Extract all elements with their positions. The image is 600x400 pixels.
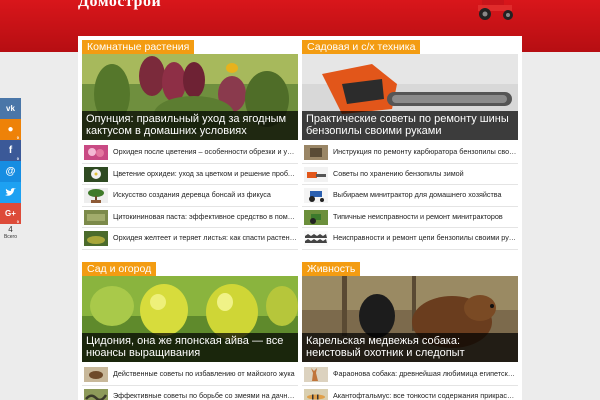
main-content: Комнатные растения Опунция: правильный у… [78, 36, 522, 400]
featured-article-title[interactable]: Опунция: правильный уход за ягодным какт… [82, 111, 298, 140]
list-item-title[interactable]: Орхидея желтеет и теряет листья: как спа… [113, 233, 297, 242]
featured-article[interactable]: Карельская медвежья собака: неистовый ох… [302, 276, 518, 362]
tractor-repair-thumbnail [304, 209, 328, 225]
list-item-title[interactable]: Выбираем минитрактор для домашнего хозяй… [333, 190, 517, 199]
featured-article[interactable]: Опунция: правильный уход за ягодным какт… [82, 54, 298, 140]
list-item-title[interactable]: Советы по хранению бензопилы зимой [333, 169, 517, 178]
article-list: Инструкция по ремонту карбюратора бензоп… [302, 142, 518, 250]
share-total-count: 4 [8, 225, 13, 234]
category-label[interactable]: Комнатные растения [82, 40, 195, 54]
category-label[interactable]: Садовая и с/х техника [302, 40, 421, 54]
list-item-title[interactable]: Типичные неисправности и ремонт минитрак… [333, 212, 517, 221]
list-item-title[interactable]: Действенные советы по избавлению от майс… [113, 369, 297, 378]
vk-share-button[interactable]: vk [0, 98, 21, 119]
list-item-title[interactable]: Эффективные советы по борьбе со змеями н… [113, 391, 297, 400]
list-item-title[interactable]: Цитокининовая паста: эффективное средств… [113, 212, 297, 221]
list-item-title[interactable]: Неисправности и ремонт цепи бензопилы св… [333, 233, 517, 242]
list-item[interactable]: Типичные неисправности и ремонт минитрак… [302, 207, 518, 228]
list-item-title[interactable]: Цветение орхидеи: уход за цветком и реше… [113, 169, 297, 178]
mini-tractor-thumbnail [304, 188, 328, 203]
cytokinin-paste-thumbnail [84, 209, 108, 225]
yellow-orchid-thumbnail [84, 231, 108, 246]
featured-article[interactable]: Цидония, она же японская айва — все нюан… [82, 276, 298, 362]
list-item-title[interactable]: Инструкция по ремонту карбюратора бензоп… [333, 147, 517, 156]
vk-icon: vk [6, 104, 15, 113]
list-item-title[interactable]: Фараонова собака: древнейшая любимица ег… [333, 369, 517, 378]
list-item[interactable]: Инструкция по ремонту карбюратора бензоп… [302, 142, 518, 164]
share-total-label: Всего [3, 234, 18, 240]
list-item[interactable]: Цитокининовая паста: эффективное средств… [82, 207, 298, 228]
snake-thumbnail [84, 388, 108, 400]
article-list: Действенные советы по избавлению от майс… [82, 364, 298, 400]
mail-share-button[interactable]: @ [0, 161, 21, 182]
google-plus-share-button[interactable]: G+ 0 [0, 203, 21, 224]
featured-article-title[interactable]: Карельская медвежья собака: неистовый ох… [302, 333, 518, 362]
featured-article-title[interactable]: Практические советы по ремонту шины бенз… [302, 111, 518, 140]
list-item[interactable]: Цветение орхидеи: уход за цветком и реше… [82, 164, 298, 185]
list-item[interactable]: Советы по хранению бензопилы зимой [302, 164, 518, 185]
featured-article-title[interactable]: Цидония, она же японская айва — все нюан… [82, 333, 298, 362]
twitter-icon [5, 188, 16, 196]
list-item[interactable]: Действенные советы по избавлению от майс… [82, 364, 298, 386]
google-plus-share-count: 0 [16, 219, 19, 224]
list-item-title[interactable]: Акантофтальмус: все тонкости содержания … [333, 391, 517, 400]
facebook-share-button[interactable]: f 0 [0, 140, 21, 161]
list-item[interactable]: Эффективные советы по борьбе со змеями н… [82, 386, 298, 400]
list-item-title[interactable]: Орхидея после цветения – особенности обр… [113, 147, 297, 156]
list-item[interactable]: Орхидея желтеет и теряет листья: как спа… [82, 228, 298, 250]
orchid-thumbnail [84, 145, 108, 160]
chainsaw-storage-thumbnail [304, 166, 328, 182]
orchid-bloom-thumbnail [84, 166, 108, 182]
site-logo[interactable]: Домострой [78, 0, 161, 11]
tractor-logo-icon [478, 0, 513, 20]
list-item[interactable]: Выбираем минитрактор для домашнего хозяй… [302, 185, 518, 207]
facebook-icon: f [8, 145, 13, 156]
list-item[interactable]: Акантофтальмус: все тонкости содержания … [302, 386, 518, 400]
category-label[interactable]: Живность [302, 262, 361, 276]
list-item[interactable]: Орхидея после цветения – особенности обр… [82, 142, 298, 164]
ok-share-button[interactable]: ● 0 [0, 119, 21, 140]
article-list: Фараонова собака: древнейшая любимица ег… [302, 364, 518, 400]
article-list: Орхидея после цветения – особенности обр… [82, 142, 298, 250]
kuhli-loach-thumbnail [304, 388, 328, 400]
list-item-title[interactable]: Искусство создания деревца бонсай из фик… [113, 190, 297, 199]
share-bar: vk ● 0 f 0 @ G+ 0 4 Всего [0, 98, 21, 240]
list-item[interactable]: Фараонова собака: древнейшая любимица ег… [302, 364, 518, 386]
google-plus-icon: G+ [5, 209, 16, 218]
list-item[interactable]: Неисправности и ремонт цепи бензопилы св… [302, 228, 518, 250]
share-total: 4 Всего [0, 225, 21, 241]
ok-icon: ● [7, 124, 14, 135]
cockchafer-thumbnail [84, 367, 108, 382]
saw-chain-thumbnail [304, 231, 328, 246]
carburetor-thumbnail [304, 145, 328, 160]
list-item[interactable]: Искусство создания деревца бонсай из фик… [82, 185, 298, 207]
category-label[interactable]: Сад и огород [82, 262, 157, 276]
pharaoh-dog-thumbnail [304, 367, 328, 382]
featured-article[interactable]: Практические советы по ремонту шины бенз… [302, 54, 518, 140]
twitter-share-button[interactable] [0, 182, 21, 203]
bonsai-thumbnail [84, 188, 108, 203]
mail-icon: @ [5, 166, 16, 177]
